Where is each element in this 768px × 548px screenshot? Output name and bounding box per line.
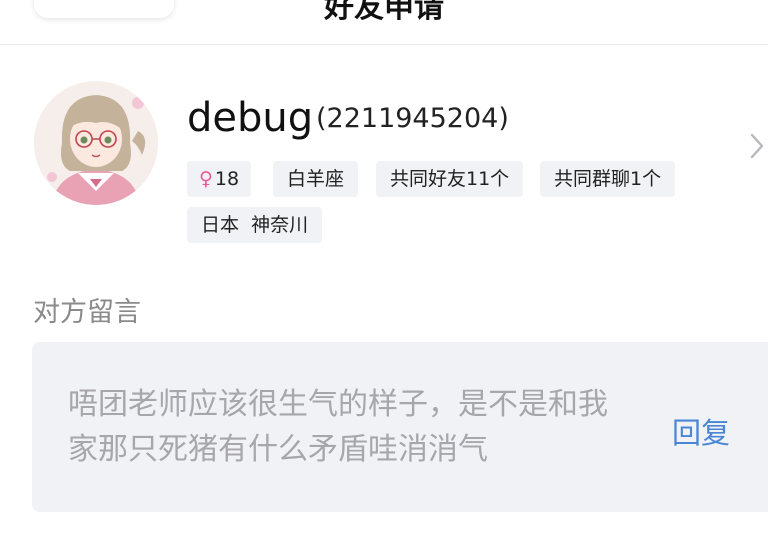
mutual-groups-tag: 共同群聊1个 [540, 161, 676, 197]
message-box: 唔团老师应该很生气的样子，是不是和我家那只死猪有什么矛盾哇消消气 回复 [32, 342, 768, 512]
reply-button[interactable]: 回复 [672, 410, 730, 452]
nav-header: 好友申请 [0, 0, 768, 45]
zodiac-tag: 白羊座 [273, 161, 359, 197]
gender-age-tag: ♀ 18 [187, 161, 252, 197]
age-value: 18 [214, 168, 240, 190]
location-tag: 日本 神奈川 [187, 207, 323, 243]
avatar-image [34, 81, 158, 205]
avatar[interactable] [34, 81, 158, 205]
profile-card[interactable]: debug (2211945204) ♀ 18 白羊座 共同好友11个 共同群聊1… [0, 45, 768, 260]
chevron-right-icon[interactable] [748, 131, 766, 161]
mutual-friends-tag: 共同好友11个 [376, 161, 524, 197]
female-icon: ♀ [199, 168, 213, 190]
message-text: 唔团老师应该很生气的样子，是不是和我家那只死猪有什么矛盾哇消消气 [68, 387, 608, 467]
user-id: (2211945204) [316, 103, 509, 134]
page-title: 好友申请 [324, 0, 444, 25]
user-name: debug [187, 95, 314, 141]
message-section-label: 对方留言 [33, 297, 141, 328]
